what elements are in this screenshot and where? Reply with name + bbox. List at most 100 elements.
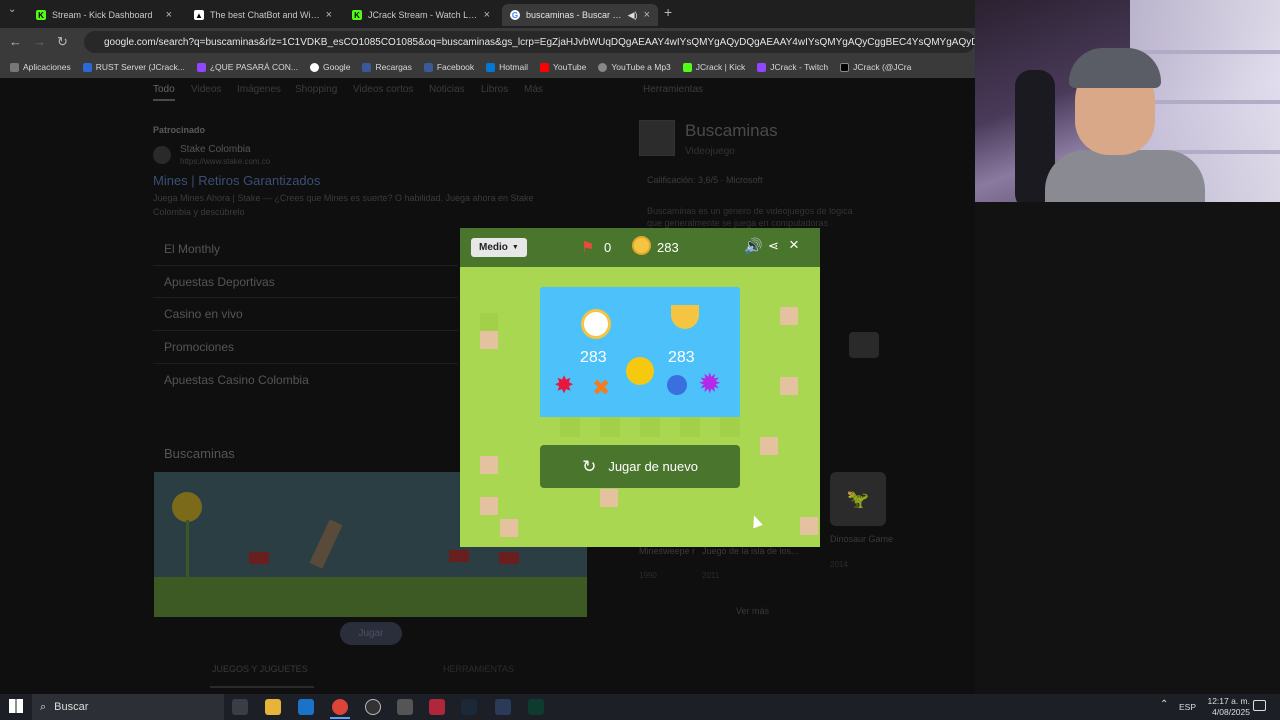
knowledge-subtitle: Videojuego xyxy=(685,146,735,157)
taskbar-clock[interactable]: 12:17 a. m. 4/08/2025 xyxy=(1195,696,1250,718)
board-tile[interactable] xyxy=(500,519,518,537)
active-tab-underline xyxy=(153,99,175,101)
search-tab-images[interactable]: Imágenes xyxy=(237,84,281,95)
search-tab-shorts[interactable]: Videos cortos xyxy=(353,84,413,95)
related-name[interactable]: Juego de la isla de los... xyxy=(702,546,799,556)
twitch-icon xyxy=(196,62,206,72)
tab-jcrack-stream[interactable]: K JCrack Stream - Watch Live on × xyxy=(344,4,498,26)
app-icon[interactable] xyxy=(397,699,413,715)
see-more-link[interactable]: Ver más xyxy=(736,606,769,616)
language-indicator[interactable]: ESP xyxy=(1179,702,1196,712)
ad-sitelink-promos[interactable]: Promociones xyxy=(164,340,234,354)
ad-sitelink-monthly[interactable]: El Monthly xyxy=(164,242,220,256)
new-tab-button[interactable]: + xyxy=(664,4,672,20)
bookmark-label: RUST Server (JCrack... xyxy=(95,62,185,72)
bookmark-jcrack-kick[interactable]: JCrack | Kick xyxy=(682,62,745,72)
bookmark-facebook[interactable]: Facebook xyxy=(423,62,474,72)
chevron-up-icon[interactable]: ⌃ xyxy=(1160,699,1168,710)
bookmark-recargas[interactable]: Recargas xyxy=(362,62,412,72)
app-icon[interactable] xyxy=(429,699,445,715)
bookmark-hotmail[interactable]: Hotmail xyxy=(486,62,528,72)
search-tab-all[interactable]: Todo xyxy=(153,84,175,95)
tab-games-toys[interactable]: JUEGOS Y JUGUETES xyxy=(212,664,308,674)
chrome-icon[interactable] xyxy=(332,699,348,715)
bookmark-rust[interactable]: RUST Server (JCrack... xyxy=(82,62,185,72)
bookmark-apps[interactable]: Aplicaciones xyxy=(10,62,71,72)
globe-icon xyxy=(598,62,608,72)
url-field[interactable]: google.com/search?q=buscaminas&rlz=1C1VD… xyxy=(84,31,975,53)
search-tools[interactable]: Herramientas xyxy=(643,84,703,95)
bookmark-youtube[interactable]: YouTube xyxy=(539,62,586,72)
sound-icon[interactable]: 🔊 xyxy=(744,237,763,255)
close-icon[interactable]: × xyxy=(484,9,490,21)
board-tile[interactable] xyxy=(780,377,798,395)
tab-search-icon[interactable]: ⌄ xyxy=(8,4,16,15)
task-view-icon[interactable] xyxy=(232,699,248,715)
tab-tools[interactable]: HERRAMIENTAS xyxy=(443,664,514,674)
ad-sitelink-sports[interactable]: Apuestas Deportivas xyxy=(164,275,275,289)
forward-icon[interactable]: → xyxy=(33,34,46,49)
bookmark-label: Aplicaciones xyxy=(23,62,71,72)
board-tile[interactable] xyxy=(480,313,498,331)
related-name[interactable]: Dinosaur Game xyxy=(830,534,893,544)
ad-title-link[interactable]: Mines | Retiros Garantizados xyxy=(153,173,320,188)
dinosaur-icon[interactable]: 🦖 xyxy=(830,472,886,526)
app-icon[interactable] xyxy=(495,699,511,715)
game-header: Medio ▼ ⚑ 0 283 🔊 ⋖ × xyxy=(460,228,820,267)
reload-icon[interactable]: ↻ xyxy=(57,34,68,50)
board-tile[interactable] xyxy=(480,331,498,349)
related-name[interactable]: Minesweepe r xyxy=(639,546,695,556)
close-icon[interactable]: × xyxy=(789,235,799,255)
close-icon[interactable]: × xyxy=(166,9,172,21)
play-button[interactable]: Jugar xyxy=(340,622,402,645)
search-tab-books[interactable]: Libros xyxy=(481,84,508,95)
board-tile[interactable] xyxy=(600,489,618,507)
share-icon[interactable]: ⋖ xyxy=(768,238,779,254)
search-tab-videos[interactable]: Videos xyxy=(191,84,221,95)
play-again-button[interactable]: ↻ Jugar de nuevo xyxy=(540,445,740,488)
rust-icon xyxy=(82,62,92,72)
notifications-icon[interactable] xyxy=(1253,700,1266,711)
ad-url[interactable]: https://www.stake.com.co xyxy=(180,157,270,166)
difficulty-dropdown[interactable]: Medio ▼ xyxy=(471,238,527,257)
board-tile[interactable] xyxy=(760,437,778,455)
board-tile[interactable] xyxy=(480,497,498,515)
search-tab-shopping[interactable]: Shopping xyxy=(295,84,337,95)
outlook-icon[interactable] xyxy=(298,699,314,715)
tab-buscaminas[interactable]: G buscaminas - Buscar con Go ◀) × xyxy=(502,4,658,26)
bookmark-youtube-mp3[interactable]: YouTube a Mp3 xyxy=(598,62,671,72)
taskbar-search-box[interactable]: ⌕ Buscar xyxy=(32,694,224,720)
bookmark-label: Google xyxy=(323,62,351,72)
back-icon[interactable]: ← xyxy=(9,34,22,49)
app-icon[interactable] xyxy=(528,699,544,715)
knowledge-rating[interactable]: Calificación: 3,6/5 · Microsoft xyxy=(647,175,763,185)
ad-source[interactable]: Stake Colombia xyxy=(180,144,251,155)
board-tile[interactable] xyxy=(800,517,818,535)
file-explorer-icon[interactable] xyxy=(265,699,281,715)
tab-kick-dashboard[interactable]: K Stream - Kick Dashboard × xyxy=(28,4,180,26)
bookmark-que-pasara[interactable]: ¿QUE PASARÁ CON... xyxy=(196,62,298,72)
bookmark-jcrack-x[interactable]: JCrack (@JCra xyxy=(840,62,911,72)
obs-icon[interactable] xyxy=(365,699,381,715)
steam-icon[interactable] xyxy=(461,699,477,715)
play-again-label: Jugar de nuevo xyxy=(608,459,698,474)
bookmark-label: JCrack - Twitch xyxy=(770,62,829,72)
streamer-webcam xyxy=(975,0,1280,202)
flower-stem xyxy=(186,520,189,580)
search-tab-more[interactable]: Más xyxy=(524,84,543,95)
close-icon[interactable]: × xyxy=(326,9,332,21)
windows-start-icon[interactable] xyxy=(9,699,23,713)
speaker-icon[interactable]: ◀) xyxy=(628,10,638,21)
facebook-icon xyxy=(423,62,433,72)
browser-tab-strip: ⌄ K Stream - Kick Dashboard × ▲ The best… xyxy=(0,0,975,28)
result-card: 283 283 ✸ ✖ ✹ xyxy=(540,287,740,437)
search-tab-news[interactable]: Noticias xyxy=(429,84,465,95)
bookmark-jcrack-twitch[interactable]: JCrack - Twitch xyxy=(757,62,828,72)
board-tile[interactable] xyxy=(780,307,798,325)
board-tile[interactable] xyxy=(480,456,498,474)
bookmark-google[interactable]: Google xyxy=(310,62,350,72)
ad-sitelink-colombia[interactable]: Apuestas Casino Colombia xyxy=(164,373,309,387)
close-icon[interactable]: × xyxy=(644,9,650,21)
ad-sitelink-casino[interactable]: Casino en vivo xyxy=(164,307,243,321)
tab-chatbot[interactable]: ▲ The best ChatBot and Widgets × xyxy=(186,4,340,26)
